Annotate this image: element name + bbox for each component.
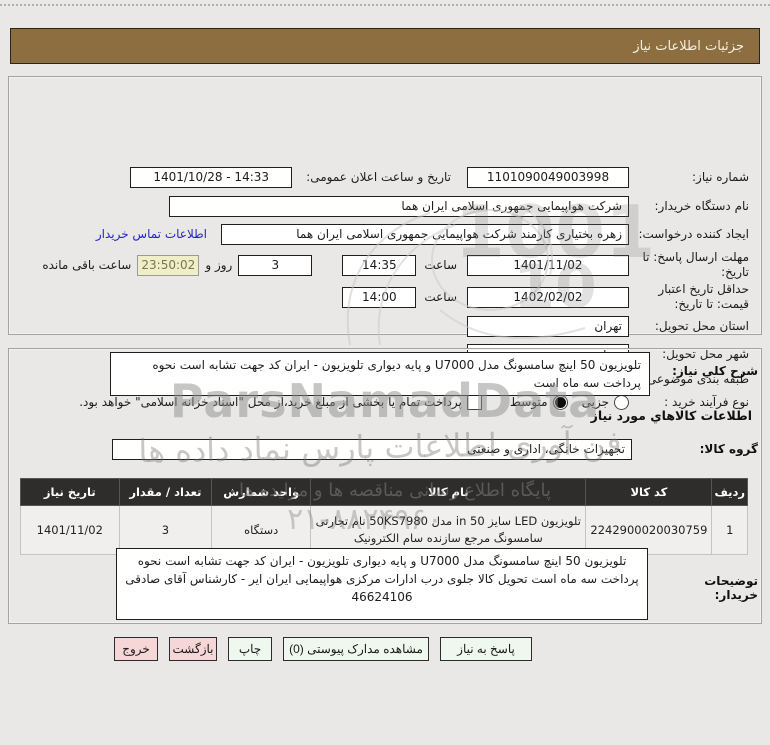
view-attachments-button[interactable]: مشاهده مدارک پیوستی (0)	[283, 637, 429, 661]
buyer-org-label: نام دستگاه خریدار:	[654, 198, 750, 213]
need-number-row: شماره نیاز: 1101090049003998 تاریخ و ساع…	[21, 166, 749, 188]
goods-group-row: گروه کالا: تجهیزات خانگی، اداری و صنعتی	[12, 438, 758, 460]
days-and-label: روز و	[205, 257, 233, 272]
need-desc-row: شرح كلي نياز: تلویزیون 50 اینچ سامسونگ م…	[12, 352, 758, 396]
items-section-heading: اطلاعات کالاهاي مورد نياز	[590, 408, 752, 423]
remaining-timer: 23:50:02	[137, 254, 200, 276]
creator-row: ایجاد کننده درخواست: زهره بختیاری کارمند…	[21, 223, 749, 245]
buyer-org-field[interactable]: شرکت هواپیمایی جمهوری اسلامی ایران هما	[169, 195, 629, 217]
print-button[interactable]: چاپ	[228, 637, 272, 661]
back-button[interactable]: بازگشت	[169, 637, 217, 661]
buyer-notes-box[interactable]: تلویزیون 50 اینچ سامسونگ مدل U7000 و پای…	[116, 548, 648, 620]
deadline-hour-label: ساعت	[424, 257, 457, 272]
creator-field[interactable]: زهره بختیاری کارمند شرکت هواپیمایی جمهور…	[221, 223, 629, 245]
general-info-panel: شماره نیاز: 1101090049003998 تاریخ و ساع…	[8, 76, 762, 410]
deadline-date-field[interactable]: 1401/11/02	[467, 254, 629, 276]
items-table-header-row: ردیف کد کالا نام کالا واحد شمارش تعداد /…	[20, 478, 748, 506]
top-dotted-divider	[0, 4, 770, 6]
province-field[interactable]: تهران	[467, 315, 629, 337]
buyer-notes-label: توضیحات خریدار:	[704, 574, 758, 602]
need-number-label: شماره نیاز:	[692, 169, 749, 184]
col-unit: واحد شمارش	[211, 478, 312, 506]
page-title-bar: جزئیات اطلاعات نیاز	[10, 28, 760, 64]
buyer-contact-link[interactable]: اطلاعات تماس خریدار	[96, 227, 207, 241]
validity-time-field[interactable]: 14:00	[342, 286, 417, 308]
col-row-number: ردیف	[711, 478, 748, 506]
col-need-date: تاریخ نیاز	[20, 478, 120, 506]
need-desc-box[interactable]: تلویزیون 50 اینچ سامسونگ مدل U7000 و پای…	[110, 352, 650, 396]
validity-date-field[interactable]: 1402/02/02	[467, 286, 629, 308]
need-details-page: جزئیات اطلاعات نیاز شماره نیاز: 11010900…	[0, 0, 770, 745]
remaining-hours-label: ساعت باقی مانده	[42, 257, 132, 272]
goods-group-field[interactable]: تجهیزات خانگی، اداری و صنعتی	[112, 438, 632, 460]
price-validity-row: حداقل تاریخ اعتبار قیمت: تا تاریخ: 1402/…	[21, 280, 749, 314]
need-number-field[interactable]: 1101090049003998	[467, 166, 629, 188]
deadline-row: مهلت ارسال پاسخ: تا تاریخ: 1401/11/02 سا…	[21, 248, 749, 282]
remaining-days-field[interactable]: 3	[238, 254, 313, 276]
announce-datetime-field[interactable]: 1401/10/28 - 14:33	[130, 166, 293, 188]
respond-button[interactable]: پاسخ به نیاز	[440, 637, 532, 661]
items-table: ردیف کد کالا نام کالا واحد شمارش تعداد /…	[20, 478, 748, 555]
page-title: جزئیات اطلاعات نیاز	[633, 38, 744, 54]
deadline-label: مهلت ارسال پاسخ: تا تاریخ:	[642, 250, 749, 279]
col-item-name: نام کالا	[310, 478, 587, 506]
deadline-time-field[interactable]: 14:35	[342, 254, 417, 276]
validity-hour-label: ساعت	[424, 289, 457, 304]
exit-button[interactable]: خروج	[114, 637, 158, 661]
validity-label: حداقل تاریخ اعتبار قیمت: تا تاریخ:	[658, 282, 749, 311]
buyer-org-row: نام دستگاه خریدار: شرکت هواپیمایی جمهوری…	[21, 195, 749, 217]
col-quantity: تعداد / مقدار	[118, 478, 213, 506]
announce-label: تاریخ و ساعت اعلان عمومی:	[306, 169, 451, 184]
action-buttons: پاسخ به نیاز مشاهده مدارک پیوستی (0) چاپ…	[114, 637, 532, 661]
need-desc-label: شرح كلي نياز:	[672, 364, 758, 378]
buyer-notes-row: توضیحات خریدار: تلویزیون 50 اینچ سامسونگ…	[12, 548, 758, 620]
goods-group-label: گروه کالا:	[699, 442, 758, 456]
province-label: استان محل تحویل:	[654, 318, 749, 333]
province-row: استان محل تحویل: تهران	[21, 315, 749, 337]
col-item-code: کد کالا	[585, 478, 713, 506]
creator-label: ایجاد کننده درخواست:	[638, 226, 749, 241]
